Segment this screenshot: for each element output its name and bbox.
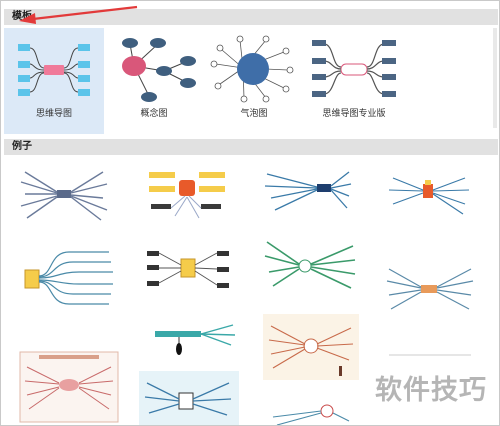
example-thumbnail[interactable] xyxy=(383,259,479,321)
template-bubble-chart[interactable]: 气泡图 xyxy=(204,28,304,134)
example-thumbnail[interactable] xyxy=(263,314,359,380)
concept-map-icon xyxy=(122,38,196,102)
template-mind-map-pro[interactable]: 思维导图专业版 xyxy=(304,28,404,134)
example-thumbnail[interactable] xyxy=(141,164,231,226)
example-thumbnail[interactable] xyxy=(141,241,241,301)
example-thumbnail[interactable] xyxy=(263,236,359,302)
template-label: 概念图 xyxy=(140,109,168,119)
watermark: 软件技巧 xyxy=(375,375,487,406)
template-label: 思维导图 xyxy=(35,109,72,119)
template-gallery: 模板 思维导图 概念图 气泡图 思维导图专业版 例子 软件技巧 xyxy=(0,0,500,426)
example-thumbnail[interactable] xyxy=(263,164,353,226)
example-thumbnail[interactable] xyxy=(139,371,239,426)
example-thumbnail[interactable] xyxy=(263,401,359,426)
annotation-arrow-icon xyxy=(19,5,138,24)
mind-map-icon xyxy=(18,44,90,96)
template-mind-map[interactable]: 思维导图 xyxy=(4,28,104,134)
scrollbar[interactable] xyxy=(493,28,497,128)
example-thumbnail[interactable] xyxy=(19,164,109,226)
example-thumbnail[interactable] xyxy=(19,351,119,423)
mind-map-pro-icon xyxy=(312,40,396,97)
example-thumbnail[interactable] xyxy=(19,246,119,308)
example-thumbnail[interactable] xyxy=(383,164,473,226)
template-label: 气泡图 xyxy=(240,109,268,119)
examples-section-header: 例子 xyxy=(4,139,498,155)
template-concept-map[interactable]: 概念图 xyxy=(104,28,204,134)
bubble-chart-icon xyxy=(210,35,294,103)
example-thumbnail[interactable] xyxy=(141,319,241,355)
template-label: 思维导图专业版 xyxy=(322,109,386,119)
